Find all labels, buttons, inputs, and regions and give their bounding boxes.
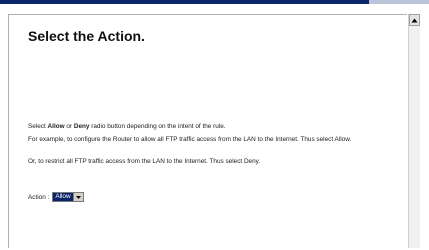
action-select[interactable]: Allow — [52, 192, 84, 202]
instruction-text: radio button depending on the intent of … — [89, 123, 226, 130]
action-label: Action : — [28, 193, 50, 201]
instruction-text: Select — [28, 123, 48, 130]
action-row: Action : Allow — [28, 191, 84, 203]
scroll-up-arrow-icon — [411, 18, 418, 22]
title-bar-highlight — [369, 0, 429, 4]
action-select-value[interactable]: Allow — [53, 193, 73, 201]
instruction-paragraph-1: Select Allow or Deny radio button depend… — [28, 123, 403, 131]
scroll-up-button[interactable] — [409, 14, 420, 26]
deny-keyword: Deny — [73, 123, 90, 130]
instruction-text: or — [64, 123, 74, 130]
wizard-window: Select the Action. Select Allow or Deny … — [0, 0, 429, 250]
window-title-bar — [0, 0, 429, 4]
page-title: Select the Action. — [28, 28, 145, 44]
allow-keyword: Allow — [47, 123, 65, 130]
chevron-down-icon — [75, 195, 81, 199]
action-select-dropdown-button[interactable] — [72, 193, 83, 201]
instruction-paragraph-2: For example, to configure the Router to … — [28, 136, 352, 143]
instruction-paragraph-3: Or, to restrict all FTP traffic access f… — [28, 158, 261, 165]
vertical-scrollbar[interactable] — [408, 14, 420, 248]
